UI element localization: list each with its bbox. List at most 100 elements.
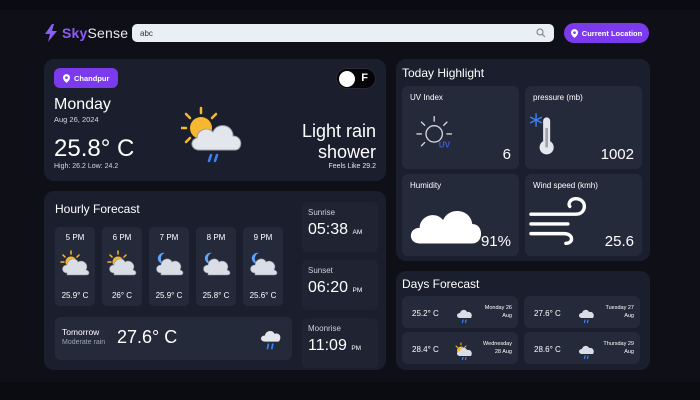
sun-rain-cloud-icon [455,342,472,360]
hourly-time: 5 PM [65,233,85,242]
city-badge[interactable]: Chandpur [54,68,119,88]
tomorrow-description: Moderate rain [62,339,106,346]
pressure-tile: pressure (mb) 1002 [525,86,642,169]
day-temperature: 28.4° C [412,345,439,354]
sunrise-label: Sunrise [308,208,336,217]
sunset-time: 06:20 PM [308,279,362,297]
cloud-icon [410,210,482,244]
rain-cloud-icon [579,345,594,360]
hourly-item: 8 PM 25.8° C [196,227,236,306]
hourly-temperature: 25.8° C [202,291,230,300]
humidity-tile: Humidity 91% [402,174,519,256]
search-input[interactable]: abc [140,29,536,38]
current-weather-card: Chandpur F Monday Aug 26, 2024 25.8° C H… [44,59,386,181]
uv-sun-icon: UV [416,115,453,150]
rain-cloud-icon [579,309,594,324]
day-temperature: 27.6° C [534,309,561,318]
current-location-label: Current Location [581,28,643,38]
moonrise-time-value: 11:09 [308,337,347,354]
sun-cloud-icon [60,250,90,276]
current-location-button[interactable]: Current Location [564,23,649,43]
sun-cloud-icon [107,250,137,276]
hourly-item: 5 PM 25.9° C [55,227,95,306]
rain-cloud-icon [457,309,472,324]
location-pin-icon [63,73,70,83]
day-name: Thursday 29 [603,341,634,347]
unit-toggle-label: F [361,72,368,84]
hourly-forecast-title: Hourly Forecast [55,202,140,216]
hourly-temperature: 26° C [111,291,133,300]
lightning-icon [45,24,57,42]
day-forecast-item: 28.4° C Wednesday 28 Aug [402,332,518,364]
hourly-item: 7 PM 25.9° C [149,227,189,306]
day-month: 28 Aug [494,349,512,355]
wind-icon [529,196,587,246]
day-name: Wednesday [483,341,512,347]
moon-cloud-icon [203,252,231,276]
uv-index-label: UV Index [410,93,443,102]
humidity-label: Humidity [410,181,442,190]
uv-index-value: 6 [502,146,511,163]
hourly-time: 8 PM [206,233,226,242]
day-date: Monday 26 Aug [485,304,512,320]
sun-times-panel: Sunrise 05:38 AM Sunset 06:20 PM Moonris… [302,202,378,368]
weather-condition: Light rain shower [301,121,376,162]
tomorrow-label: Tomorrow [62,327,100,337]
sunrise-ampm: AM [352,229,363,236]
hourly-temperature: 25.9° C [61,291,89,300]
thermometer-cold-icon [530,113,554,155]
city-name: Chandpur [74,73,110,83]
day-date: Wednesday 28 Aug [483,340,512,356]
tomorrow-forecast: Tomorrow Moderate rain 27.6° C [55,317,292,360]
day-temperature: 25.2° C [412,309,439,318]
uv-index-tile: UV Index UV 6 [402,86,519,169]
hourly-item: 9 PM 25.6° C [243,227,283,306]
day-month: Aug [624,349,634,355]
hourly-time: 6 PM [112,233,132,242]
brand-name-sky: Sky [62,25,88,41]
current-temperature: 25.8° C [54,135,135,162]
pressure-label: pressure (mb) [533,93,583,102]
hourly-temperature: 25.9° C [155,291,183,300]
sunset-block: Sunset 06:20 PM [302,260,378,310]
search-icon[interactable] [536,28,546,38]
moonrise-block: Moonrise 11:09 PM [302,318,378,368]
wind-speed-value: 25.6 [604,233,634,250]
moon-cloud-icon [250,252,278,276]
hourly-temperature: 25.6° C [249,291,277,300]
brand-logo[interactable]: SkySense [44,24,128,42]
location-pin-icon [570,28,578,38]
tomorrow-temperature: 27.6° C [117,327,178,347]
sunrise-time-value: 05:38 [308,221,349,238]
moonrise-ampm: PM [351,345,362,352]
feels-like: Feels Like 29.2 [328,163,376,170]
current-day: Monday [54,96,111,113]
hourly-time: 7 PM [159,233,179,242]
unit-toggle[interactable]: F [336,68,376,89]
brand-name-sense: Sense [87,25,129,41]
day-month: Aug [624,313,634,319]
toggle-knob [339,71,355,87]
day-forecast-item: 28.6° C Thursday 29 Aug [524,332,640,364]
search-bar[interactable]: abc [132,24,554,42]
sunset-ampm: PM [352,287,363,294]
pressure-value: 1002 [600,146,634,163]
sunset-time-value: 06:20 [308,279,349,296]
current-date: Aug 26, 2024 [54,115,99,124]
day-name: Monday 26 [484,305,512,311]
day-name: Tuesday 27 [605,305,634,311]
high-low-temperature: High: 26.2 Low: 24.2 [54,163,119,170]
hourly-time: 9 PM [253,233,273,242]
hourly-item: 6 PM 26° C [102,227,142,306]
wind-speed-label: Wind speed (kmh) [533,181,598,190]
day-date: Thursday 29 Aug [603,340,634,356]
sunrise-block: Sunrise 05:38 AM [302,202,378,252]
humidity-value: 91% [480,233,511,250]
moonrise-label: Moonrise [308,324,341,333]
sunset-label: Sunset [308,266,333,275]
day-forecast-item: 27.6° C Tuesday 27 Aug [524,296,640,328]
day-forecast-item: 25.2° C Monday 26 Aug [402,296,518,328]
today-highlight-title: Today Highlight [402,66,485,80]
day-month: Aug [502,313,512,319]
sun-cloud-rain-icon [181,106,242,163]
